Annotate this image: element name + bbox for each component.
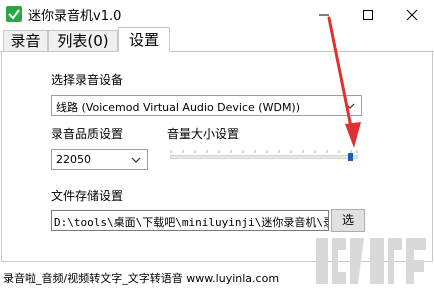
minimize-button[interactable] bbox=[302, 0, 346, 29]
minimize-icon bbox=[319, 14, 329, 16]
app-logo-icon bbox=[6, 6, 22, 22]
storage-path-field[interactable]: D:\tools\桌面\下载吧\miniluyinji\迷你录音机\录音 bbox=[51, 210, 329, 231]
chevron-down-icon bbox=[131, 157, 141, 163]
watermark-logo bbox=[316, 238, 426, 284]
volume-slider-ticks bbox=[170, 150, 358, 153]
close-icon bbox=[406, 9, 418, 21]
tab-settings[interactable]: 设置 bbox=[118, 27, 170, 52]
storage-label: 文件存储设置 bbox=[51, 189, 124, 203]
browse-button[interactable]: 选 bbox=[331, 209, 365, 232]
volume-slider-thumb[interactable] bbox=[348, 153, 353, 161]
device-label: 选择录音设备 bbox=[51, 73, 124, 87]
quality-select[interactable]: 22050 bbox=[51, 149, 148, 170]
window-title: 迷你录音机v1.0 bbox=[28, 9, 122, 24]
tab-record[interactable]: 录音 bbox=[3, 30, 48, 51]
volume-slider[interactable] bbox=[170, 155, 358, 159]
footer-text: 录音啦_音频/视频转文字_文字转语音 www.luyinla.com bbox=[3, 272, 280, 285]
quality-label: 录音品质设置 bbox=[51, 127, 124, 141]
quality-select-value: 22050 bbox=[56, 153, 91, 166]
maximize-icon bbox=[363, 10, 373, 20]
chevron-down-icon bbox=[345, 103, 355, 109]
device-select[interactable]: 线路 (Voicemod Virtual Audio Device (WDM)) bbox=[51, 95, 362, 116]
title-bar: 迷你录音机v1.0 bbox=[0, 0, 434, 29]
tab-list[interactable]: 列表(0) bbox=[48, 30, 118, 51]
volume-label: 音量大小设置 bbox=[167, 127, 240, 141]
close-button[interactable] bbox=[390, 0, 434, 29]
device-select-value: 线路 (Voicemod Virtual Audio Device (WDM)) bbox=[56, 101, 301, 114]
maximize-button[interactable] bbox=[346, 0, 390, 29]
